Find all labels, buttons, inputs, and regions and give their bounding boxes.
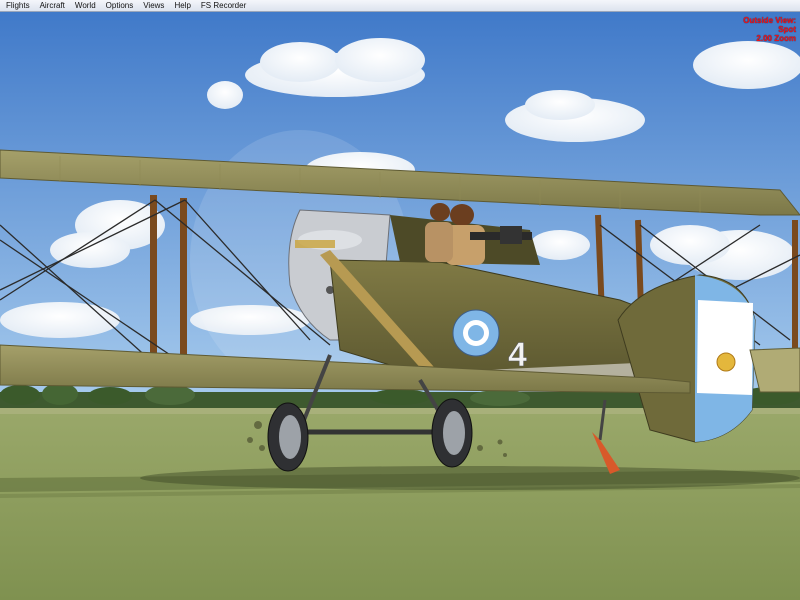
roundel-insignia <box>452 309 500 357</box>
zoom-level-label: 2.00 Zoom <box>756 34 796 43</box>
sun-of-may-emblem <box>716 352 736 372</box>
view-info-overlay: Outside View: Spot 2.00 Zoom <box>743 16 796 43</box>
menu-views[interactable]: Views <box>143 0 164 12</box>
menu-aircraft[interactable]: Aircraft <box>40 0 65 12</box>
view-mode-label: Outside View: <box>743 16 796 25</box>
aircraft-shadow <box>140 466 800 490</box>
menu-options[interactable]: Options <box>106 0 134 12</box>
flight-sim-scene: 4 <box>0 0 800 600</box>
menu-help[interactable]: Help <box>174 0 190 12</box>
view-type-label: Spot <box>778 25 796 34</box>
menu-fs-recorder[interactable]: FS Recorder <box>201 0 246 12</box>
fuselage-number: 4 <box>508 336 527 374</box>
menu-bar: Flights Aircraft World Options Views Hel… <box>0 0 800 12</box>
menu-world[interactable]: World <box>75 0 96 12</box>
menu-flights[interactable]: Flights <box>6 0 30 12</box>
